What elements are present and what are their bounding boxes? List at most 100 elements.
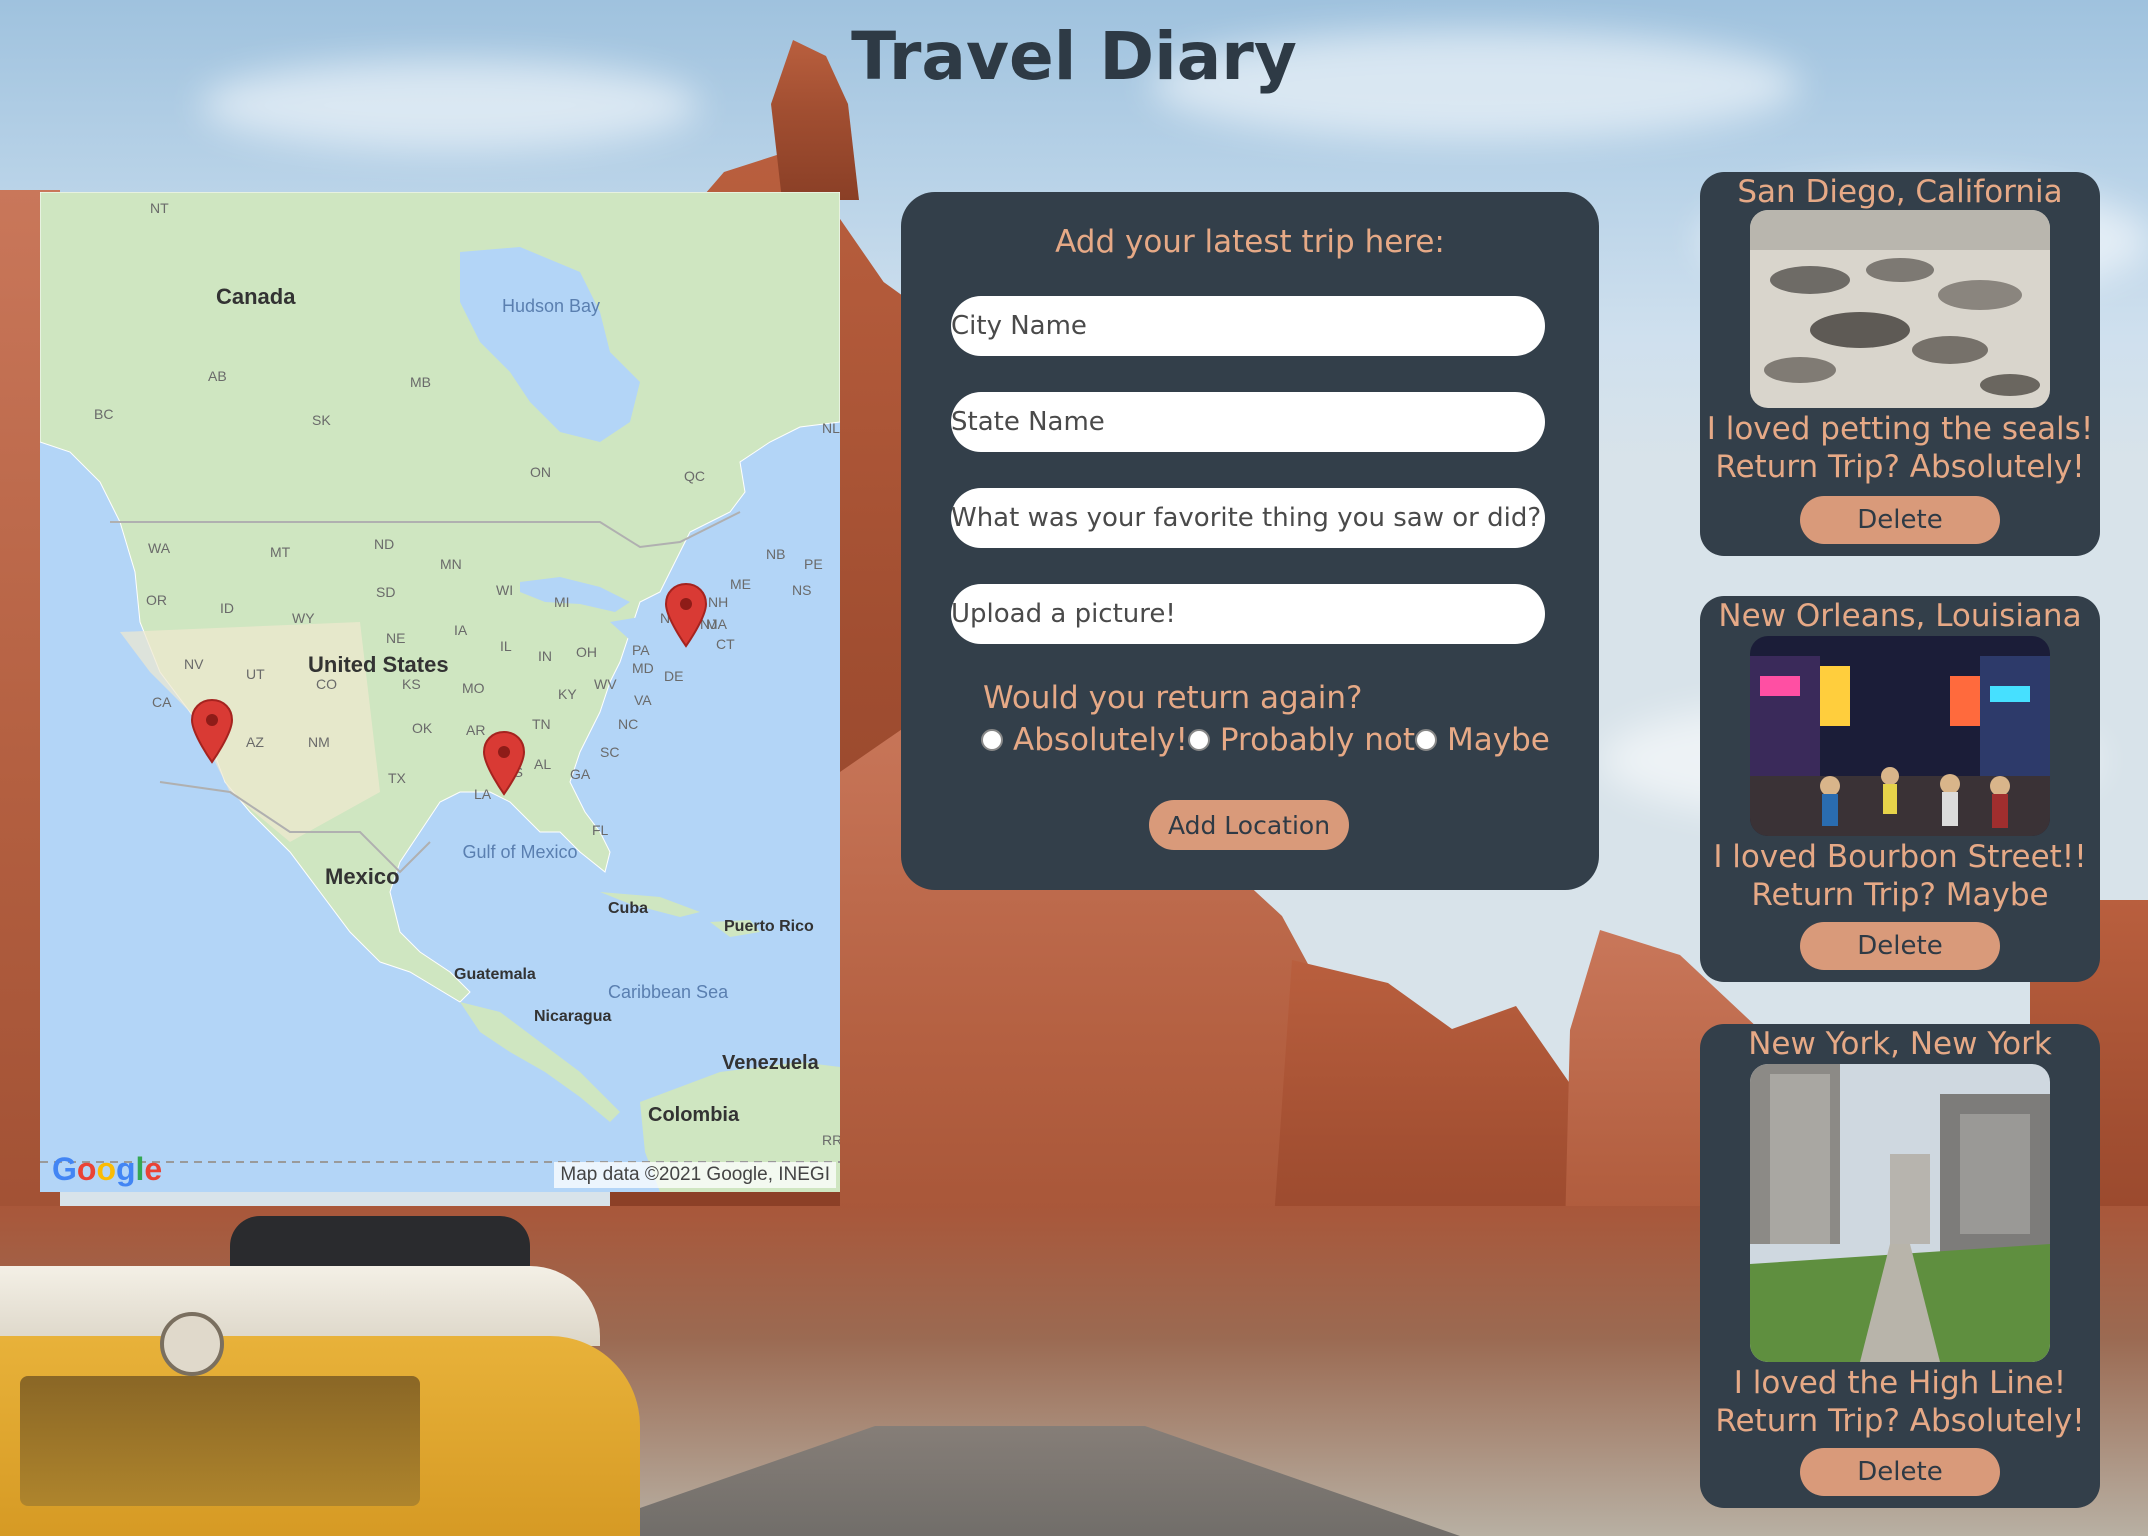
map-label-gulf-of-mexico: Gulf of Mexico <box>462 842 578 862</box>
map-label-ks: KS <box>402 676 421 692</box>
map-label-qc: QC <box>684 468 705 484</box>
map-label-sc: SC <box>600 744 620 760</box>
map-label-united-states: United States <box>308 652 449 677</box>
map-label-ca: CA <box>152 694 172 710</box>
map-label-on: ON <box>530 464 551 480</box>
trip-title: San Diego, California <box>1737 174 2063 210</box>
trip-return: Return Trip? Absolutely! <box>1715 1403 2085 1439</box>
trip-card-new-orleans: New Orleans, Louisiana I loved Bourbon S… <box>1700 596 2100 982</box>
map-label-nt: NT <box>150 200 169 216</box>
radio-probably-not[interactable] <box>1187 729 1210 751</box>
map-label-mexico: Mexico <box>325 864 400 889</box>
map-label-in: IN <box>538 648 552 664</box>
radio-label-probably-not: Probably not <box>1219 722 1415 758</box>
map-label-il: IL <box>500 638 512 654</box>
map-label-ut: UT <box>246 666 265 682</box>
map-label-pe: PE <box>804 556 823 572</box>
trip-photo-seals <box>1750 210 2050 408</box>
map-label-or: OR <box>146 592 167 608</box>
trip-favorite: I loved Bourbon Street!! <box>1713 839 2087 875</box>
map-label-id: ID <box>220 600 234 616</box>
map-label-puerto-rico: Puerto Rico <box>724 918 814 935</box>
map-label-nd: ND <box>374 536 395 552</box>
trip-favorite: I loved the High Line! <box>1733 1365 2067 1401</box>
map-marker-new-york[interactable] <box>664 582 708 648</box>
map-label-cuba: Cuba <box>608 900 648 917</box>
picture-upload-input[interactable] <box>951 584 1545 644</box>
form-heading: Add your latest trip here: <box>1055 224 1445 260</box>
map-label-tx: TX <box>388 770 406 786</box>
return-question: Would you return again? <box>983 680 1363 716</box>
map-label-nicaragua: Nicaragua <box>534 1008 612 1025</box>
map-label-ne: NE <box>386 630 406 646</box>
map-label-mo: MO <box>462 680 485 696</box>
radio-maybe[interactable] <box>1415 729 1437 751</box>
state-name-input[interactable] <box>951 392 1545 452</box>
radio-absolutely[interactable] <box>981 729 1003 751</box>
favorite-thing-input[interactable] <box>951 488 1545 548</box>
map-land <box>40 192 840 1192</box>
trip-photo-bourbon-street <box>1750 636 2050 836</box>
map-label-mn: MN <box>440 556 462 572</box>
map-marker-san-diego[interactable] <box>190 698 234 764</box>
map-label-ma: MA <box>706 616 727 632</box>
map-label-az: AZ <box>246 734 264 750</box>
map-label-de: DE <box>664 668 684 684</box>
trip-photo-high-line <box>1750 1064 2050 1362</box>
map-label-mt: MT <box>270 544 291 560</box>
map-label-nb: NB <box>766 546 786 562</box>
map-label-ct: CT <box>716 636 735 652</box>
map-label-al: AL <box>534 756 552 772</box>
delete-button[interactable]: Delete <box>1800 496 2000 544</box>
map-label-wa: WA <box>148 540 171 556</box>
map-label-caribbean-sea: Caribbean Sea <box>608 982 729 1002</box>
map-label-bc: BC <box>94 406 114 422</box>
map-label-rr: RR <box>822 1132 840 1148</box>
map-label-colombia: Colombia <box>648 1104 740 1126</box>
map-label-ns: NS <box>792 582 812 598</box>
page-title: Travel Diary <box>851 18 1297 95</box>
map-label-mb: MB <box>410 374 431 390</box>
map-label-me: ME <box>730 576 751 592</box>
delete-button[interactable]: Delete <box>1800 922 2000 970</box>
return-options: Absolutely! Probably not Maybe <box>981 722 1550 758</box>
map-attribution[interactable]: Map data ©2021 Google, INEGI <box>554 1162 836 1188</box>
radio-label-maybe: Maybe <box>1447 722 1550 758</box>
map-label-tn: TN <box>532 716 551 732</box>
map-label-mi: MI <box>554 594 570 610</box>
map-label-md: MD <box>632 660 654 676</box>
map-label-guatemala: Guatemala <box>454 966 536 983</box>
city-name-input[interactable] <box>951 296 1545 356</box>
map-label-nl: NL <box>822 420 840 436</box>
map-label-wv: WV <box>594 676 617 692</box>
map-label-ky: KY <box>558 686 577 702</box>
map-label-ok: OK <box>412 720 433 736</box>
map-label-venezuela: Venezuela <box>722 1052 819 1074</box>
map-label-nm: NM <box>308 734 330 750</box>
van-illustration <box>0 1216 700 1536</box>
trip-card-san-diego: San Diego, California I loved petting th… <box>1700 172 2100 556</box>
map-label-sk: SK <box>312 412 331 428</box>
map-label-nc: NC <box>618 716 639 732</box>
map[interactable]: Canada United States Mexico Hudson Bay G… <box>40 192 840 1192</box>
map-label-ga: GA <box>570 766 591 782</box>
trip-return: Return Trip? Maybe <box>1751 877 2049 913</box>
map-label-oh: OH <box>576 644 597 660</box>
map-label-canada: Canada <box>216 284 296 309</box>
map-marker-new-orleans[interactable] <box>482 730 526 796</box>
trip-card-new-york: New York, New York I loved the High Line… <box>1700 1024 2100 1508</box>
delete-button[interactable]: Delete <box>1800 1448 2000 1496</box>
trip-title: New York, New York <box>1748 1026 2052 1062</box>
add-trip-form: Add your latest trip here: Would you ret… <box>901 192 1599 890</box>
map-label-nh: NH <box>708 594 729 610</box>
map-label-hudson-bay: Hudson Bay <box>502 296 601 316</box>
radio-label-absolutely: Absolutely! <box>1013 722 1188 758</box>
add-location-button[interactable]: Add Location <box>1149 800 1349 850</box>
map-label-co: CO <box>316 676 337 692</box>
map-label-wi: WI <box>496 582 514 598</box>
google-logo: Google <box>52 1151 163 1187</box>
trip-favorite: I loved petting the seals! <box>1706 411 2094 447</box>
trip-return: Return Trip? Absolutely! <box>1715 449 2085 485</box>
map-label-fl: FL <box>592 822 609 838</box>
map-label-pa: PA <box>632 642 650 658</box>
